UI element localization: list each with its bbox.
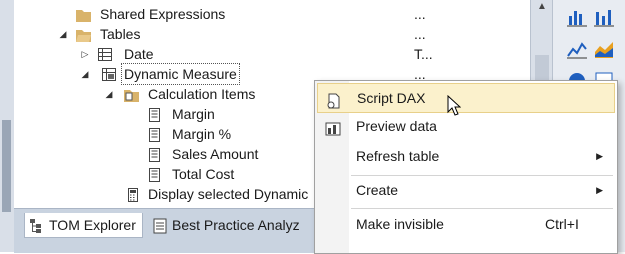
tree-label: Sales Amount bbox=[172, 146, 259, 162]
panel-tab-bar: TOM Explorer Best Practice Analyz bbox=[14, 208, 314, 253]
menu-item-preview-data[interactable]: Preview data bbox=[317, 112, 615, 140]
tab-tom-explorer[interactable]: TOM Explorer bbox=[24, 213, 143, 238]
column-chart-icon[interactable] bbox=[593, 6, 615, 28]
tree-label: Margin bbox=[172, 106, 215, 122]
menu-item-refresh-table[interactable]: Refresh table ▶ bbox=[317, 142, 615, 170]
menu-item-label: Script DAX bbox=[357, 90, 426, 106]
tree-label: Shared Expressions bbox=[100, 6, 226, 22]
submenu-arrow-icon: ▶ bbox=[596, 185, 603, 195]
tree-label: Total Cost bbox=[172, 166, 235, 182]
menu-item-create[interactable]: Create ▶ bbox=[317, 176, 615, 204]
preview-data-icon bbox=[325, 118, 341, 136]
best-practice-icon bbox=[152, 217, 168, 234]
menu-item-make-invisible[interactable]: Make invisible Ctrl+I bbox=[317, 210, 615, 238]
tree-col2: ... bbox=[414, 6, 426, 22]
menu-item-label: Preview data bbox=[356, 118, 437, 134]
menu-item-label: Refresh table bbox=[356, 148, 440, 164]
calculation-table-icon bbox=[102, 67, 117, 81]
tree-label: Date bbox=[124, 46, 154, 62]
scroll-up-arrow-icon[interactable]: ▲ bbox=[536, 2, 548, 12]
tree-row-tables[interactable]: ◢ Tables ... bbox=[14, 24, 530, 44]
collapse-caret-icon[interactable]: ▷ bbox=[80, 44, 90, 64]
tree-label: Display selected Dynamic bbox=[148, 186, 309, 202]
tab-label: TOM Explorer bbox=[49, 217, 136, 233]
area-chart-icon[interactable] bbox=[593, 38, 615, 60]
bar-chart-icon[interactable] bbox=[566, 6, 588, 28]
calculation-item-icon bbox=[148, 167, 163, 182]
tree-label: Calculation Items bbox=[148, 86, 256, 102]
line-chart-icon[interactable] bbox=[566, 38, 588, 60]
calculation-item-icon bbox=[148, 107, 163, 122]
expand-caret-icon[interactable]: ◢ bbox=[80, 64, 90, 84]
tree-row-shared-expressions[interactable]: Shared Expressions ... bbox=[14, 4, 530, 24]
menu-item-shortcut: Ctrl+I bbox=[545, 216, 579, 232]
calculation-items-folder-icon bbox=[124, 87, 139, 102]
menu-separator bbox=[351, 208, 613, 209]
menu-item-label: Make invisible bbox=[356, 216, 444, 232]
folder-open-icon bbox=[76, 27, 91, 42]
tree-row-date[interactable]: ▷ Date T... bbox=[14, 44, 530, 64]
calculation-item-icon bbox=[148, 147, 163, 162]
calculation-item-icon bbox=[148, 127, 163, 142]
tree-label: Dynamic Measure bbox=[121, 63, 240, 85]
folder-icon bbox=[76, 7, 91, 22]
tab-label: Best Practice Analyz bbox=[172, 217, 300, 233]
expand-caret-icon[interactable]: ◢ bbox=[104, 84, 114, 104]
expand-caret-icon[interactable]: ◢ bbox=[58, 24, 68, 44]
submenu-arrow-icon: ▶ bbox=[596, 151, 603, 161]
tom-explorer-icon bbox=[29, 217, 45, 233]
menu-item-label: Create bbox=[356, 182, 399, 198]
left-scrollbar-thumb[interactable] bbox=[2, 120, 11, 212]
tree-col2: T... bbox=[414, 46, 433, 62]
tab-best-practice-analyzer[interactable]: Best Practice Analyz bbox=[148, 213, 306, 237]
table-icon bbox=[98, 47, 113, 61]
menu-item-script-dax[interactable]: Script DAX bbox=[317, 83, 615, 113]
tree-col2: ... bbox=[414, 26, 426, 42]
mouse-cursor-icon bbox=[447, 94, 462, 117]
left-panel-scrollbar[interactable] bbox=[0, 0, 15, 252]
tree-label: Tables bbox=[100, 26, 141, 42]
script-icon bbox=[326, 90, 342, 109]
context-menu: Script DAX Preview data Refresh table ▶ … bbox=[314, 80, 618, 254]
tree-label: Margin % bbox=[172, 126, 232, 142]
calculator-icon bbox=[126, 187, 141, 202]
